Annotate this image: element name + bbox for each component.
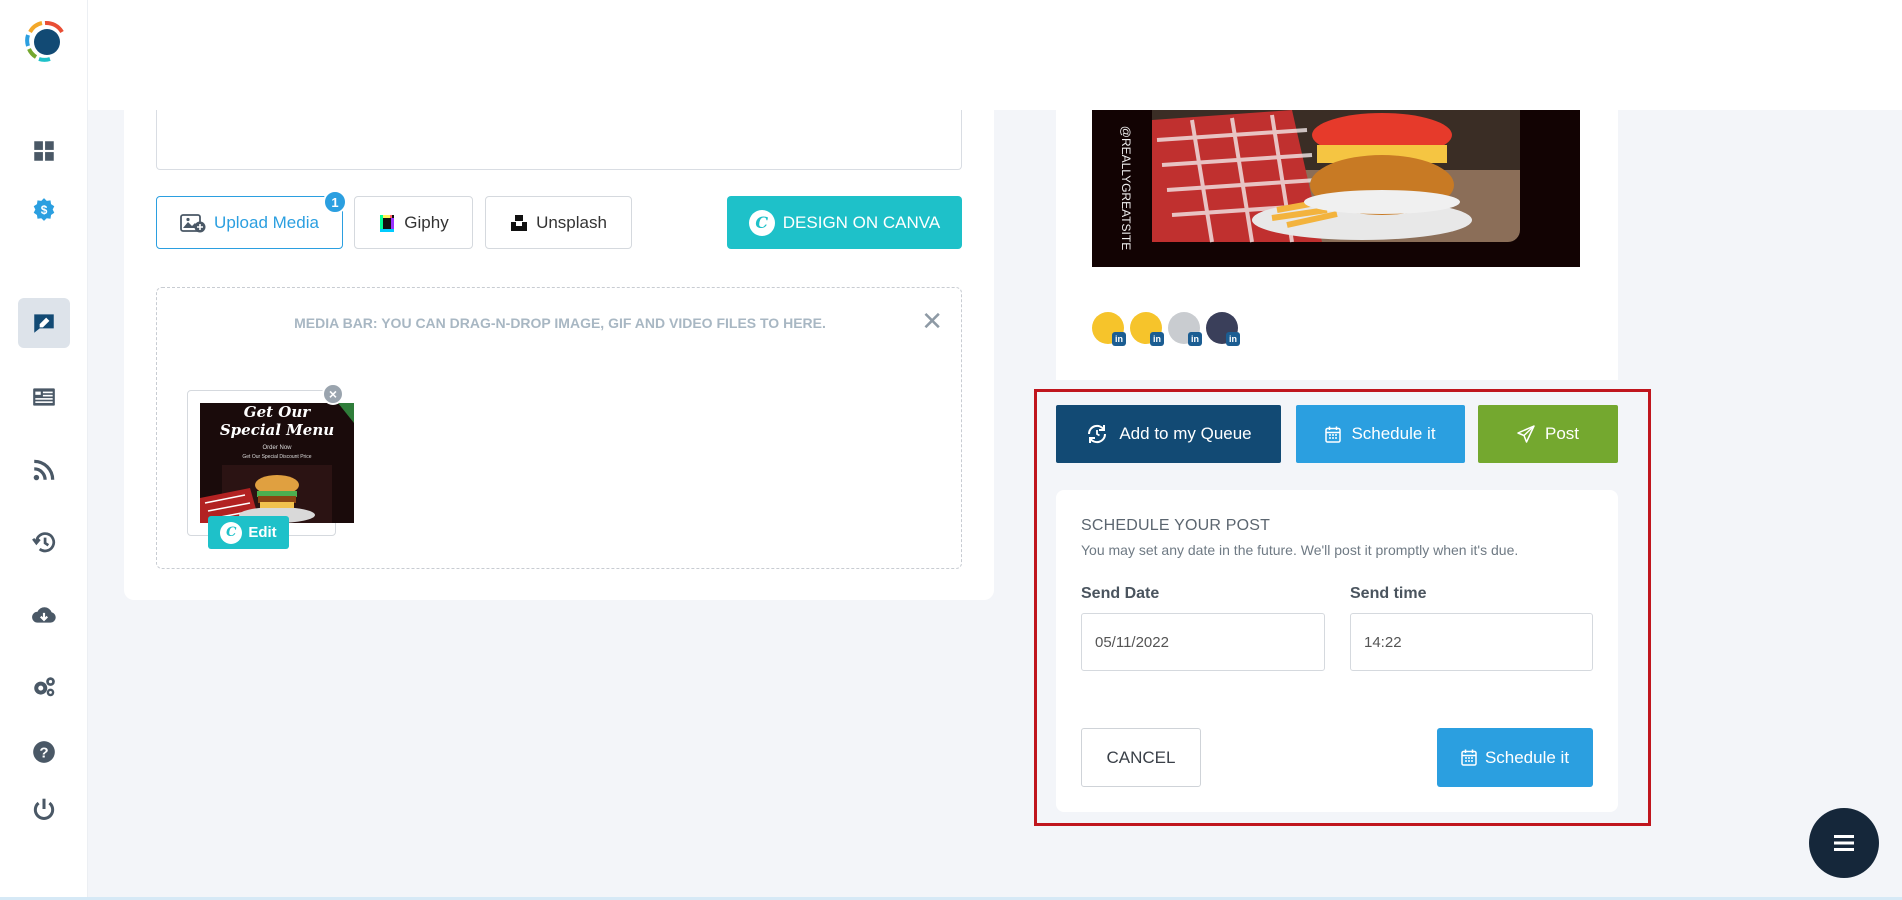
thumbnail-line4: Get Our Special Discount Price [242, 454, 311, 460]
post-preview-card: @REALLYGREATSITE in in in in [1056, 110, 1618, 380]
menu-icon [1834, 835, 1854, 851]
image-upload-icon [180, 213, 206, 232]
rss-feed-icon [33, 459, 55, 481]
thumbnail-line1: Get Our [244, 403, 311, 421]
design-on-canva-button[interactable]: C DESIGN ON CANVA [727, 196, 962, 249]
posts-list-icon [33, 388, 55, 406]
giphy-label: Giphy [404, 212, 449, 232]
thumbnail-line2: Special Menu [220, 421, 334, 439]
svg-text:?: ? [39, 744, 48, 761]
app-logo[interactable] [24, 20, 66, 62]
media-bar-hint: MEDIA BAR: YOU CAN DRAG-N-DROP IMAGE, GI… [294, 315, 826, 331]
sidebar-item-history[interactable] [18, 517, 70, 567]
unsplash-icon [511, 214, 528, 231]
sidebar-item-dashboard[interactable] [18, 126, 70, 176]
media-bar[interactable]: MEDIA BAR: YOU CAN DRAG-N-DROP IMAGE, GI… [156, 287, 962, 569]
upload-media-button[interactable]: Upload Media [156, 196, 343, 249]
avatar[interactable]: in [1206, 312, 1240, 346]
edit-label: Edit [248, 524, 277, 541]
account-avatars: in in in in [1092, 312, 1240, 346]
sidebar-item-rss[interactable] [18, 445, 70, 495]
canva-icon: C [748, 209, 775, 236]
giphy-icon [380, 214, 395, 232]
thumbnail-image: Get Our Special Menu Order Now Get Our S… [200, 403, 354, 523]
linkedin-icon: in [1150, 332, 1164, 346]
design-on-canva-label: DESIGN ON CANVA [782, 212, 941, 232]
avatar[interactable]: in [1092, 312, 1126, 346]
linkedin-icon: in [1112, 332, 1126, 346]
sidebar-item-compose[interactable] [18, 298, 70, 348]
help-icon: ? [33, 741, 55, 763]
sidebar-item-settings[interactable] [18, 662, 70, 712]
thumbnail-line3: Order Now [262, 445, 292, 451]
avatar[interactable]: in [1130, 312, 1164, 346]
sidebar: $ ? [0, 0, 88, 900]
linkedin-icon: in [1226, 332, 1240, 346]
top-header [88, 0, 1902, 110]
dashboard-icon [34, 141, 54, 161]
svg-text:$: $ [41, 203, 48, 217]
sidebar-item-billing[interactable]: $ [18, 184, 70, 234]
sidebar-item-download[interactable] [18, 590, 70, 640]
linkedin-icon: in [1188, 332, 1202, 346]
sidebar-item-help[interactable]: ? [18, 727, 70, 777]
canva-edit-button[interactable]: C Edit [208, 516, 289, 549]
canva-icon: C [220, 521, 243, 544]
composer-card: Upload Media 1 Giphy Unsplash C DESIGN O… [124, 110, 994, 600]
cloud-download-icon [32, 607, 56, 623]
post-text-area[interactable] [156, 110, 962, 170]
close-icon[interactable]: ✕ [921, 308, 943, 334]
history-icon [32, 532, 56, 553]
highlight-box [1034, 389, 1651, 826]
media-thumbnail[interactable]: Get Our Special Menu Order Now Get Our S… [187, 390, 354, 536]
preview-watermark: @REALLYGREATSITE [1119, 126, 1133, 250]
remove-media-icon[interactable]: × [322, 383, 344, 405]
compose-icon [34, 314, 54, 333]
giphy-button[interactable]: Giphy [354, 196, 473, 249]
upload-media-label: Upload Media [214, 212, 319, 232]
unsplash-label: Unsplash [536, 212, 607, 232]
avatar[interactable]: in [1168, 312, 1202, 346]
power-icon [33, 798, 55, 820]
billing-icon: $ [33, 198, 55, 221]
unsplash-button[interactable]: Unsplash [485, 196, 632, 249]
sidebar-item-logout[interactable] [18, 784, 70, 834]
upload-count-badge: 1 [323, 190, 347, 214]
floating-menu-button[interactable] [1809, 808, 1879, 878]
sidebar-item-posts[interactable] [18, 372, 70, 422]
settings-icon [34, 677, 55, 697]
preview-image: @REALLYGREATSITE [1092, 110, 1580, 267]
